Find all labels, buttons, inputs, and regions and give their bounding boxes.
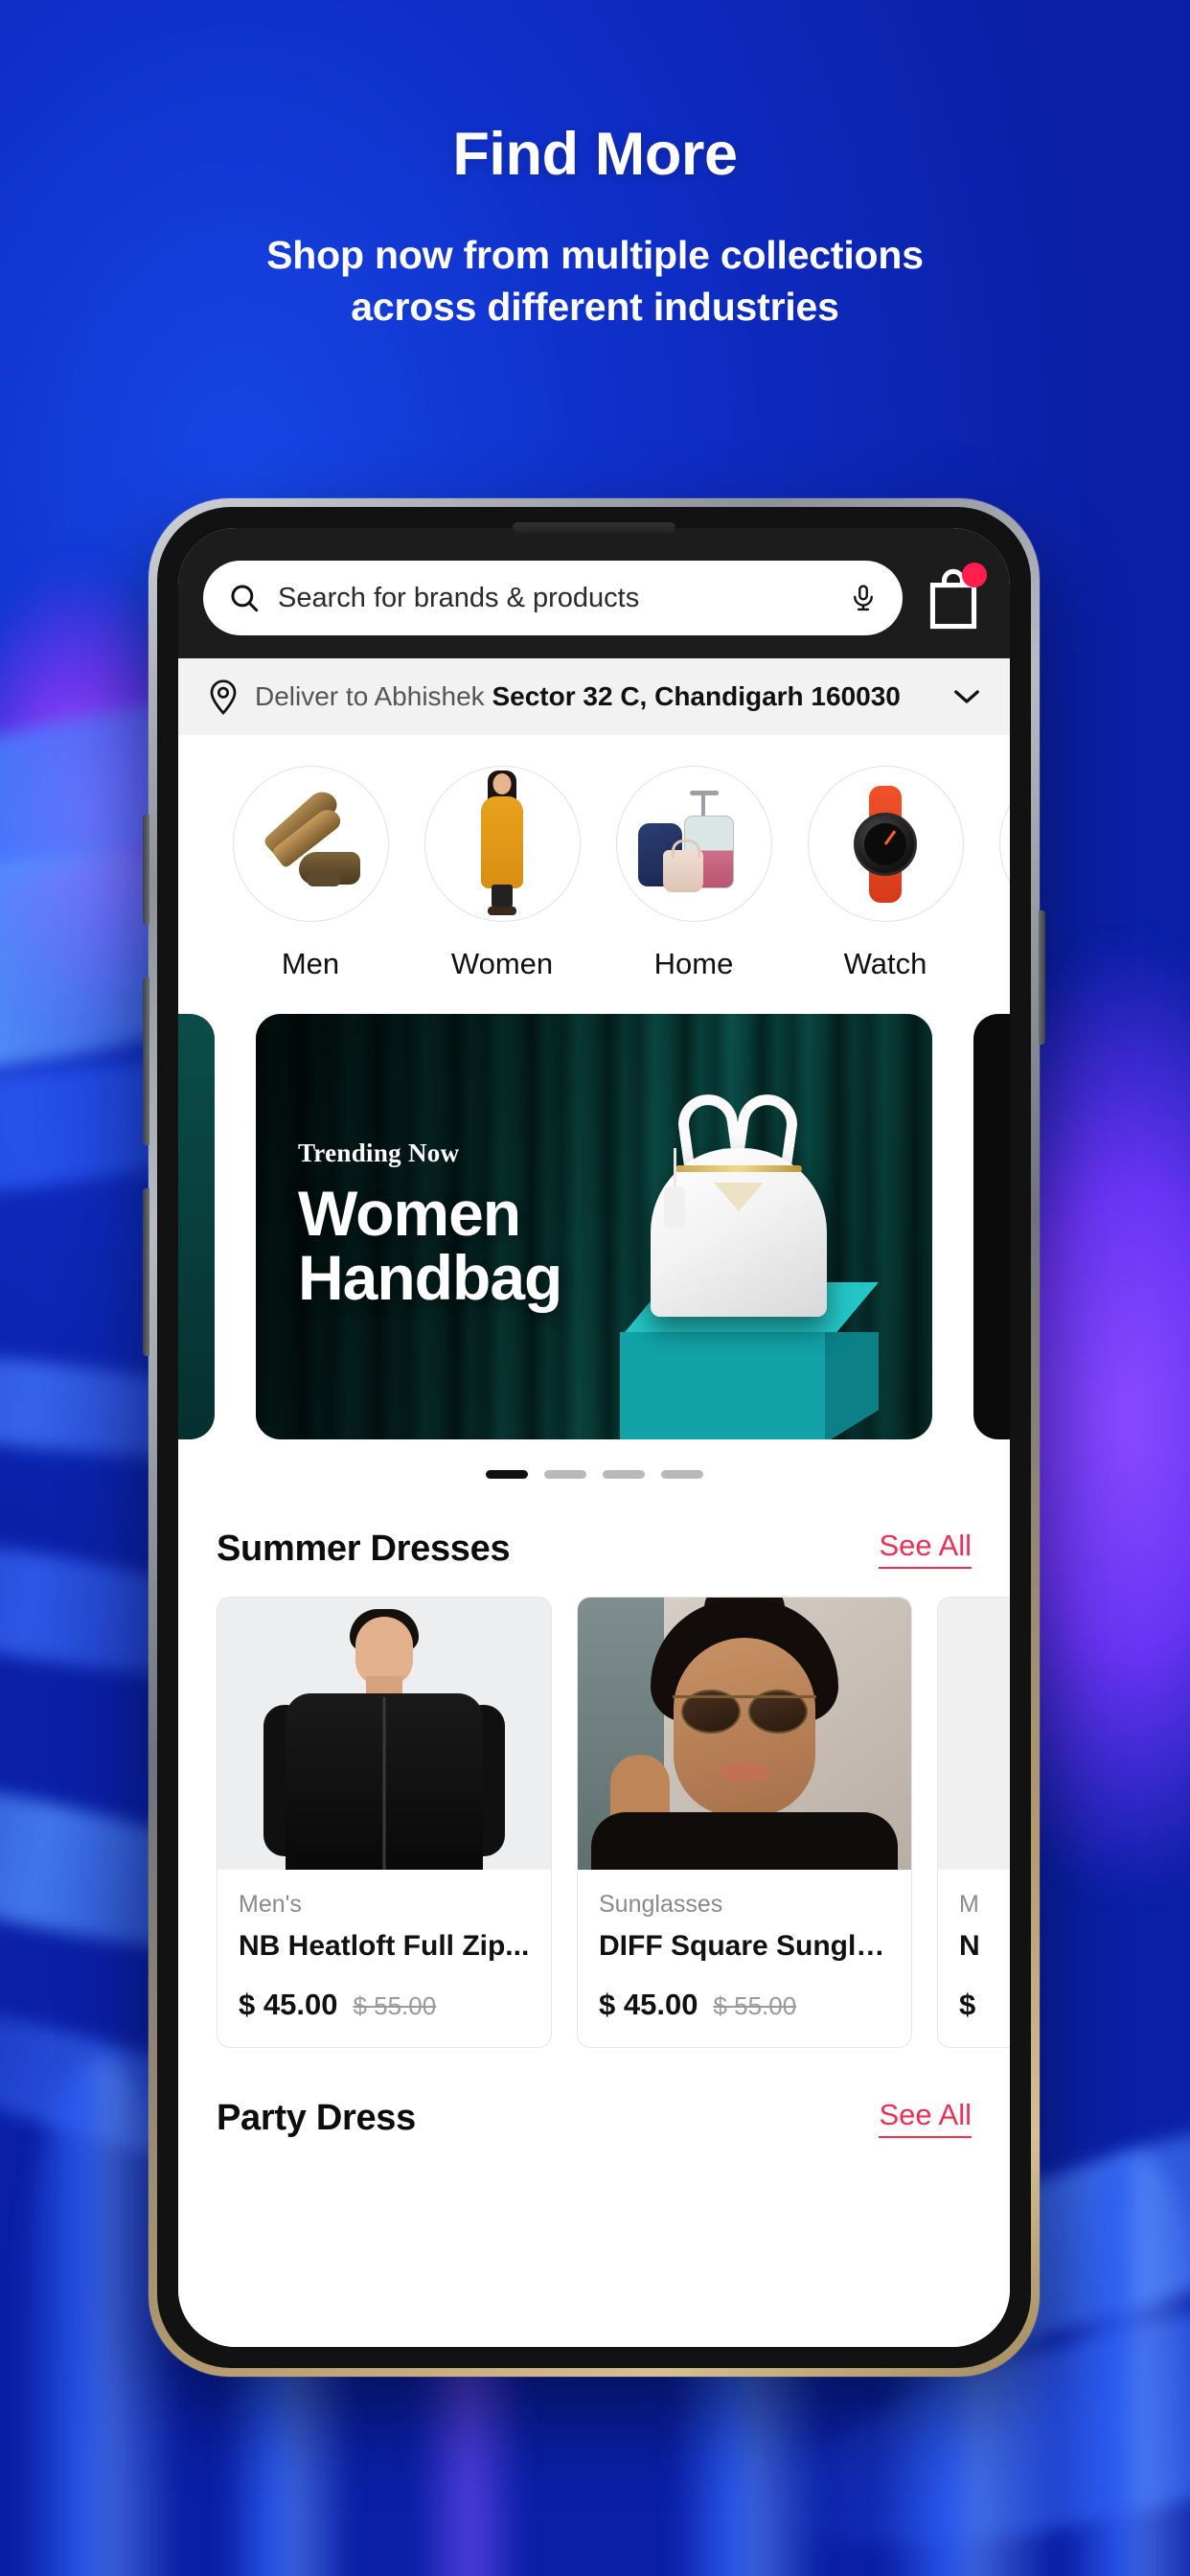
- category-label: W: [981, 947, 1010, 981]
- category-thumbnail: [615, 766, 772, 922]
- hero-title: Find More: [452, 121, 738, 188]
- category-item-watch[interactable]: Watch: [790, 766, 981, 981]
- delivery-address-text: Deliver to Abhishek Sector 32 C, Chandig…: [255, 681, 901, 712]
- banner-copy: Trending Now Women Handbag: [298, 1138, 562, 1314]
- microphone-icon[interactable]: [849, 582, 878, 614]
- carousel-pagination[interactable]: [178, 1470, 1010, 1479]
- product-price-row: $ 45.00 $ 55.00: [239, 1988, 530, 2022]
- sandals-icon: [257, 785, 364, 892]
- banner-kicker: Trending Now: [298, 1138, 460, 1167]
- category-item-partial[interactable]: W: [981, 766, 1010, 981]
- product-price: $: [959, 1988, 976, 2021]
- product-price-row: $: [959, 1988, 1010, 2022]
- phone-silent-switch[interactable]: [143, 815, 149, 925]
- product-details: Sunglasses DIFF Square Sunglasses... $ 4…: [578, 1870, 911, 2047]
- search-input-placeholder[interactable]: Search for brands & products: [278, 583, 832, 614]
- section-title: Party Dress: [217, 2098, 416, 2138]
- shopping-app: Search for brands & products Deliver to …: [178, 528, 1010, 2347]
- product-price: $ 45.00: [239, 1988, 338, 2021]
- phone-earpiece-speaker: [513, 522, 675, 533]
- carousel-previous-slide[interactable]: [178, 1014, 215, 1439]
- banner-title: Women Handbag: [298, 1178, 562, 1314]
- category-strip[interactable]: Men Women Home Watch: [178, 735, 1010, 993]
- product-name: DIFF Square Sunglasses...: [599, 1930, 890, 1962]
- category-thumbnail: [998, 766, 1010, 922]
- section-header-party-dress: Party Dress See All: [178, 2048, 1010, 2139]
- category-thumbnail: [232, 766, 389, 922]
- banner-title-line-2: Handbag: [298, 1242, 562, 1314]
- product-name: NB Heatloft Full Zip...: [239, 1930, 530, 1962]
- search-icon: [231, 585, 259, 612]
- product-original-price: $ 55.00: [353, 1991, 437, 2020]
- product-card[interactable]: Sunglasses DIFF Square Sunglasses... $ 4…: [577, 1597, 912, 2048]
- delivery-prefix: Deliver to Abhishek: [255, 681, 492, 711]
- product-category: M: [959, 1891, 979, 1918]
- product-image-sunglasses: [578, 1598, 911, 1870]
- carousel-dot-3[interactable]: [602, 1470, 645, 1479]
- carousel-next-slide[interactable]: [973, 1014, 1010, 1439]
- woman-dress-icon: [466, 770, 538, 915]
- product-original-price: $ 55.00: [713, 1991, 797, 2020]
- category-label: Watch: [843, 947, 927, 980]
- carousel-dot-4[interactable]: [660, 1470, 703, 1479]
- product-name: N: [959, 1930, 980, 1962]
- product-category: Men's: [239, 1891, 302, 1918]
- search-bar[interactable]: Search for brands & products: [203, 561, 903, 635]
- see-all-link-party-dress[interactable]: See All: [879, 2100, 972, 2138]
- luggage-icon: [634, 790, 753, 898]
- promo-carousel[interactable]: Trending Now Women Handbag: [178, 993, 1010, 1479]
- category-thumbnail: [423, 766, 581, 922]
- category-item-home[interactable]: Home: [598, 766, 790, 981]
- phone-bezel: Search for brands & products Deliver to …: [157, 507, 1031, 2368]
- phone-screen: Search for brands & products Deliver to …: [178, 528, 1010, 2347]
- category-label: Women: [450, 947, 554, 980]
- carousel-dot-1[interactable]: [485, 1470, 528, 1479]
- app-top-bar: Search for brands & products: [178, 528, 1010, 658]
- delivery-address: Sector 32 C, Chandigarh 160030: [492, 681, 901, 711]
- category-label: Men: [281, 947, 340, 980]
- section-header-summer-dresses: Summer Dresses See All: [178, 1479, 1010, 1570]
- category-item-women[interactable]: Women: [406, 766, 598, 981]
- category-label: Home: [653, 947, 734, 980]
- banner-handbag-image: [637, 1091, 840, 1317]
- delivery-address-bar[interactable]: Deliver to Abhishek Sector 32 C, Chandig…: [178, 658, 1010, 735]
- app-scroll-content[interactable]: Men Women Home Watch Trending Now Women …: [178, 735, 1010, 2347]
- product-image-partial: [938, 1598, 1010, 1870]
- hero-subtitle-line-1: Shop now from multiple collections: [266, 233, 924, 277]
- banner-title-line-1: Women: [298, 1178, 521, 1249]
- carousel-dot-2[interactable]: [543, 1470, 586, 1479]
- watch-icon: [850, 785, 921, 903]
- cart-button[interactable]: [922, 563, 987, 632]
- section-title: Summer Dresses: [217, 1529, 511, 1569]
- phone-volume-down-button[interactable]: [143, 1188, 149, 1356]
- product-details: M N $: [938, 1870, 1010, 2047]
- product-category: Sunglasses: [599, 1891, 723, 1918]
- see-all-link-summer-dresses[interactable]: See All: [879, 1530, 972, 1569]
- phone-volume-up-button[interactable]: [143, 978, 149, 1145]
- product-card[interactable]: Men's NB Heatloft Full Zip... $ 45.00 $ …: [217, 1597, 552, 2048]
- sunglasses-art: [672, 1690, 817, 1734]
- hero-section: Find More Shop now from multiple collect…: [0, 0, 1190, 333]
- cart-badge: [962, 563, 987, 587]
- product-price-row: $ 45.00 $ 55.00: [599, 1988, 890, 2022]
- chevron-down-icon[interactable]: [952, 688, 981, 705]
- phone-mockup: Search for brands & products Deliver to …: [143, 498, 1045, 2377]
- promo-banner[interactable]: Trending Now Women Handbag: [256, 1014, 932, 1439]
- category-thumbnail: [807, 766, 964, 922]
- product-price: $ 45.00: [599, 1988, 698, 2021]
- product-details: Men's NB Heatloft Full Zip... $ 45.00 $ …: [217, 1870, 551, 2047]
- location-pin-icon: [210, 679, 237, 715]
- product-image-jacket: [217, 1598, 551, 1870]
- hero-subtitle: Shop now from multiple collections acros…: [0, 229, 1190, 333]
- category-item-men[interactable]: Men: [215, 766, 406, 981]
- product-card[interactable]: M N $: [937, 1597, 1010, 2048]
- product-carousel-summer-dresses[interactable]: Men's NB Heatloft Full Zip... $ 45.00 $ …: [178, 1570, 1010, 2048]
- hero-subtitle-line-2: across different industries: [351, 285, 839, 330]
- phone-power-button[interactable]: [1039, 910, 1045, 1045]
